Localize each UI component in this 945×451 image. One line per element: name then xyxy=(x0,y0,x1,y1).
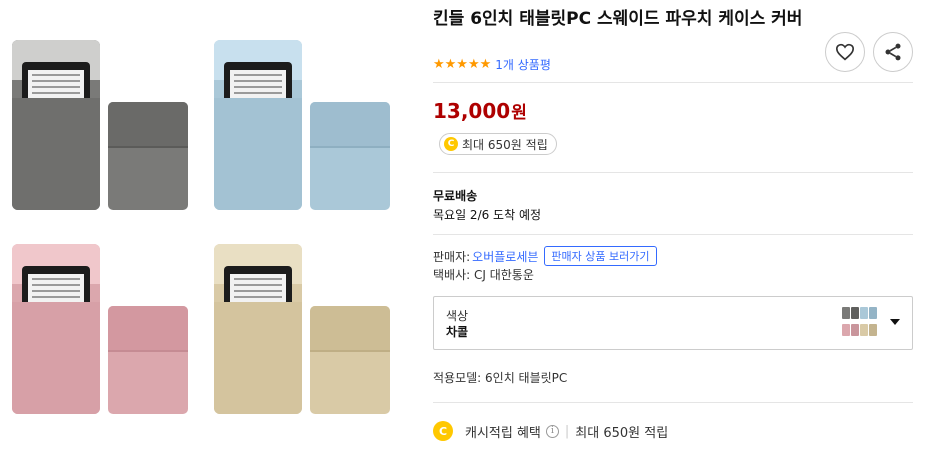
separator: | xyxy=(564,423,570,439)
review-count-link[interactable]: 1개 상품평 xyxy=(495,56,551,73)
grey-pouch-image xyxy=(12,40,202,220)
reward-text: 최대 650원 적립 xyxy=(462,137,548,152)
option-thumbnail xyxy=(842,307,878,341)
arrival-date: 목요일 2/6 도착 예정 xyxy=(433,208,542,222)
share-button[interactable] xyxy=(873,32,913,72)
beige-pouch-image xyxy=(214,244,404,424)
price-unit: 원 xyxy=(511,103,527,123)
divider xyxy=(433,82,913,83)
blue-pouch-image xyxy=(214,40,404,220)
share-icon xyxy=(885,43,901,61)
heart-icon xyxy=(835,43,855,61)
chevron-down-icon xyxy=(890,319,900,325)
product-title: 킨들 6인치 태블릿PC 스웨이드 파우치 케이스 커버 xyxy=(433,9,803,29)
divider xyxy=(433,402,913,403)
option-label: 색상 xyxy=(446,309,469,323)
seller-products-button[interactable]: 판매자 상품 보러가기 xyxy=(544,246,657,266)
cash-reward-row: C 캐시적립 혜택 i | 최대 650원 적립 xyxy=(433,421,668,441)
courier-info: 택배사: CJ 대한통운 xyxy=(433,268,534,282)
divider xyxy=(433,234,913,235)
coin-icon: C xyxy=(444,137,458,151)
price-value: 13,000 xyxy=(433,99,511,123)
cash-coin-icon: C xyxy=(433,421,453,441)
color-option-select[interactable]: 색상 차콜 xyxy=(433,296,913,350)
rating-row[interactable]: ★★★★★ 1개 상품평 xyxy=(433,56,551,73)
shipping-title: 무료배송 xyxy=(433,189,478,203)
compatible-model: 적용모델: 6인치 태블릿PC xyxy=(433,371,568,385)
cash-reward-label: 캐시적립 혜택 xyxy=(465,425,541,441)
favorite-button[interactable] xyxy=(825,32,865,72)
seller-label: 판매자: xyxy=(433,249,471,264)
cash-reward-amount: 최대 650원 적립 xyxy=(575,425,669,441)
star-rating-icon: ★★★★★ xyxy=(433,57,492,72)
option-selected-value: 차콜 xyxy=(446,325,469,339)
product-image[interactable] xyxy=(0,0,400,451)
divider xyxy=(433,172,913,173)
price: 13,000원 xyxy=(433,98,527,123)
info-icon[interactable]: i xyxy=(545,424,559,438)
product-info-panel: 킨들 6인치 태블릿PC 스웨이드 파우치 케이스 커버 ★★★★★ 1개 상품… xyxy=(433,0,913,451)
seller-name-link[interactable]: 오버플로세븐 xyxy=(472,248,538,265)
pink-pouch-image xyxy=(12,244,202,424)
reward-badge: C 최대 650원 적립 xyxy=(439,133,557,155)
seller-row: 판매자: 오버플로세븐 판매자 상품 보러가기 xyxy=(433,246,657,266)
